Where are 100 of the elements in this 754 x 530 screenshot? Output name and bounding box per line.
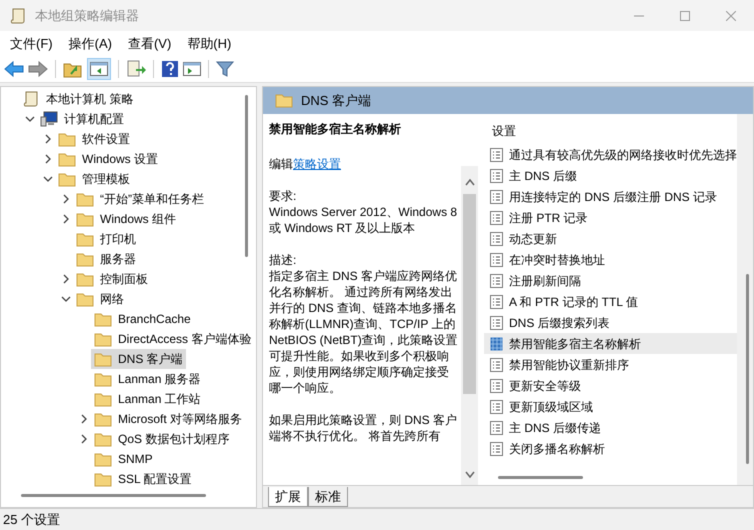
scrollbar[interactable]	[498, 476, 583, 479]
back-arrow-icon[interactable]	[4, 61, 24, 77]
setting-item[interactable]: 注册 PTR 记录	[484, 207, 737, 228]
folder-icon	[76, 292, 94, 306]
chevron-down-icon[interactable]	[61, 294, 71, 304]
menu-item[interactable]: 操作(A)	[62, 34, 118, 54]
folder-icon	[94, 332, 112, 346]
policy-icon	[490, 316, 503, 330]
setting-item[interactable]: 主 DNS 后缀传递	[484, 417, 737, 438]
tree-item[interactable]: Lanman 服务器	[91, 369, 204, 389]
chevron-down-icon[interactable]	[25, 114, 35, 124]
folder-icon	[58, 172, 76, 186]
export-list-icon[interactable]	[126, 60, 146, 78]
policy-icon	[490, 210, 503, 224]
setting-item[interactable]: 通过具有较高优先级的网络接收时优先选择	[484, 144, 737, 165]
setting-item[interactable]: 注册刷新间隔	[484, 270, 737, 291]
setting-item[interactable]: 更新顶级域区域	[484, 396, 737, 417]
tree-item[interactable]: 软件设置	[55, 129, 133, 149]
header-title: DNS 客户端	[301, 92, 372, 110]
tree-item[interactable]: 控制面板	[73, 269, 151, 289]
computer-icon	[40, 111, 58, 127]
description-text: 指定多宿主 DNS 客户端应跨网络优化名称解析。 通过跨所有网络发出并行的 DNS 查询、链路本地多播名称解析(LLMNR)查询、TCP/IP 上的 NetBIOS (NetBT)查询，此策略设置可提升性能。如果收到多个积极响应，则使用网络绑定顺序确定接受哪一个响应。	[269, 268, 459, 396]
edit-label: 编辑	[269, 157, 293, 171]
action-pane-icon[interactable]	[183, 62, 201, 76]
folder-icon	[58, 152, 76, 166]
setting-item[interactable]: 关闭多播名称解析	[484, 438, 737, 459]
policy-icon	[490, 232, 503, 246]
tab[interactable]: 扩展	[268, 487, 308, 507]
setting-item[interactable]: 禁用智能多宿主名称解析	[484, 333, 737, 354]
setting-item[interactable]: 更新安全等级	[484, 375, 737, 396]
tree-item[interactable]: 网络	[73, 289, 127, 309]
policy-icon	[490, 400, 503, 414]
policy-icon	[490, 274, 503, 288]
show-hide-tree-button[interactable]	[87, 58, 111, 80]
setting-item[interactable]: 动态更新	[484, 228, 737, 249]
chevron-down-icon[interactable]	[43, 174, 53, 184]
folder-icon	[76, 272, 94, 286]
menu-item[interactable]: 查看(V)	[122, 34, 178, 54]
tree-item[interactable]: Windows 设置	[55, 149, 162, 169]
requirements-text: Windows Server 2012、Windows 8 或 Windows RT 及以上版本	[269, 204, 458, 236]
folder-icon	[94, 412, 112, 426]
tree-item[interactable]: Windows 组件	[73, 209, 180, 229]
policy-selected-icon	[490, 336, 503, 350]
scroll-down-icon[interactable]	[464, 471, 474, 479]
menu-item[interactable]: 帮助(H)	[181, 34, 238, 54]
policy-icon	[490, 252, 503, 266]
tree-item[interactable]: 服务器	[73, 249, 139, 269]
menu-item[interactable]: 文件(F)	[4, 34, 59, 54]
scrollbar[interactable]	[245, 95, 248, 257]
setting-item[interactable]: 在冲突时替换地址	[484, 249, 737, 270]
folder-icon	[94, 432, 112, 446]
help-icon[interactable]	[161, 60, 179, 78]
window-title: 本地组策略编辑器	[35, 6, 139, 25]
policy-title: 禁用智能多宿主名称解析	[269, 121, 402, 137]
folder-icon	[94, 372, 112, 386]
folder-icon	[94, 472, 112, 486]
setting-item[interactable]: A 和 PTR 记录的 TTL 值	[484, 291, 737, 312]
setting-item[interactable]: 主 DNS 后缀	[484, 165, 737, 186]
forward-arrow-icon[interactable]	[28, 61, 48, 77]
folder-icon	[94, 312, 112, 326]
tree-item[interactable]: 本地计算机 策略	[19, 89, 136, 109]
policy-icon	[490, 168, 503, 182]
tree-item[interactable]: Lanman 工作站	[91, 389, 204, 409]
policy-icon	[490, 148, 503, 162]
scroll-icon	[9, 6, 27, 24]
setting-item[interactable]: 用连接特定的 DNS 后缀注册 DNS 记录	[484, 186, 737, 207]
tree-item[interactable]: SNMP	[91, 449, 156, 469]
folder-icon	[94, 352, 112, 366]
folder-icon	[76, 212, 94, 226]
policy-icon	[490, 420, 503, 434]
folder-icon	[58, 132, 76, 146]
tree-item[interactable]: SSL 配置设置	[91, 469, 195, 489]
folder-icon	[76, 192, 94, 206]
folder-icon	[275, 93, 293, 108]
column-header[interactable]: 设置	[484, 122, 737, 142]
tree-item[interactable]: “开始”菜单和任务栏	[73, 189, 207, 209]
folder-icon	[76, 252, 94, 266]
tree-item[interactable]: DirectAccess 客户端体验	[91, 329, 254, 349]
folder-icon	[94, 392, 112, 406]
tree-item[interactable]: 管理模板	[55, 169, 133, 189]
setting-item[interactable]: DNS 后缀搜索列表	[484, 312, 737, 333]
filter-icon[interactable]	[216, 60, 234, 78]
scrollbar[interactable]	[746, 274, 749, 464]
scroll-up-icon[interactable]	[464, 178, 474, 186]
tree-item[interactable]: BranchCache	[91, 309, 194, 329]
policy-settings-link[interactable]: 策略设置	[293, 157, 341, 171]
tab[interactable]: 标准	[308, 487, 348, 507]
setting-item[interactable]: 禁用智能协议重新排序	[484, 354, 737, 375]
scrollbar[interactable]	[461, 166, 478, 485]
policy-icon	[490, 442, 503, 456]
scroll-icon	[22, 90, 40, 108]
scrollbar[interactable]	[21, 494, 206, 497]
tree-item[interactable]: 打印机	[73, 229, 139, 249]
tree-item[interactable]: DNS 客户端	[91, 349, 186, 369]
tree-item[interactable]: Microsoft 对等网络服务	[91, 409, 246, 429]
tree-item[interactable]: QoS 数据包计划程序	[91, 429, 232, 449]
description-text: 如果启用此策略设置，则 DNS 客户端将不执行优化。 将首先跨所有	[269, 412, 458, 444]
tree-item[interactable]: 计算机配置	[37, 109, 127, 129]
chevron-right-icon[interactable]	[61, 274, 71, 284]
policy-icon	[490, 294, 503, 308]
